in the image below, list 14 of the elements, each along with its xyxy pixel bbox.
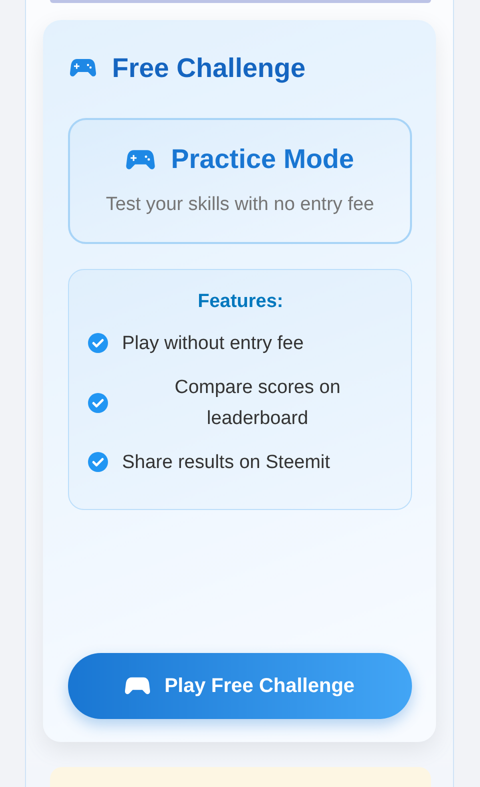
feature-text: Share results on Steemit (122, 450, 330, 475)
check-icon (88, 333, 108, 354)
section-title: Free Challenge (112, 52, 306, 85)
mode-title: Practice Mode (170, 144, 354, 176)
features-heading: Features: (196, 290, 284, 314)
mode-description: Test your skills with no entry fee (104, 192, 376, 217)
gamepad-icon (126, 148, 155, 171)
feature-text: Compare scores on leaderboard (174, 376, 342, 431)
gamepad-icon (70, 58, 96, 78)
play-button[interactable]: Play Free Challenge (68, 653, 412, 719)
feature-text: Play without entry fee (122, 332, 304, 356)
check-icon (88, 452, 108, 472)
check-icon (88, 392, 108, 413)
gamepad-icon (125, 676, 150, 696)
